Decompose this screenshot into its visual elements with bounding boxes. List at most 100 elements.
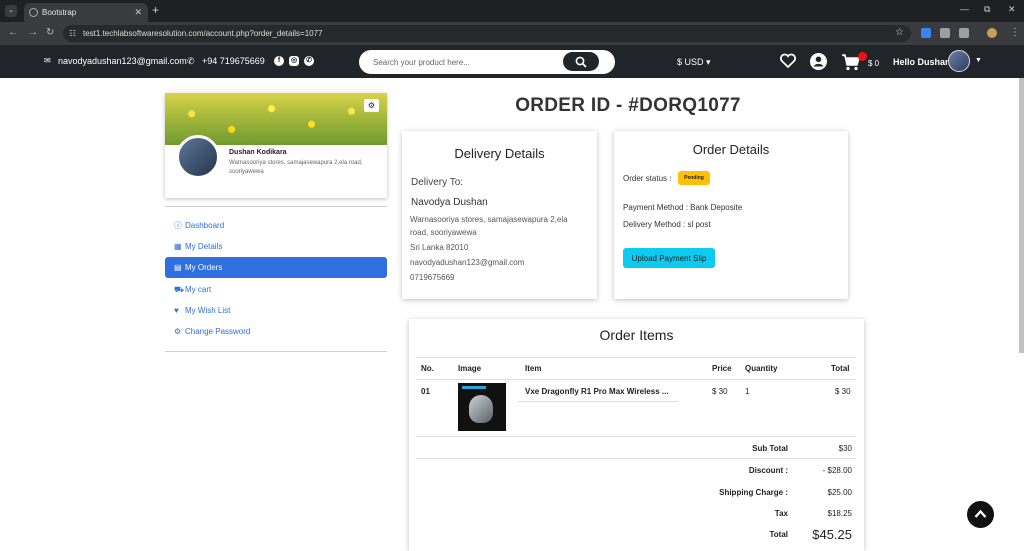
cart-amount: $ 0 [868,59,880,68]
cart-icon: ⛟ [174,285,185,294]
delivery-method: Delivery Method : sl post [623,220,711,229]
bookmark-star-icon[interactable]: ☆ [895,27,904,38]
item-divider [518,401,678,402]
contact-phone: +94 719675669 [202,56,265,66]
sidebar-item-my-orders[interactable]: ▤ My Orders [165,257,387,278]
change-cover-icon[interactable]: ⚙ [364,99,379,112]
delivery-phone: 0719675669 [410,273,455,282]
profile-name: Dushan Kodikara [229,149,287,156]
tax-value: $18.25 [827,509,852,518]
payment-method: Payment Method : Bank Deposite [623,203,743,212]
heart-icon[interactable] [779,52,797,70]
column-header-item: Item [525,364,542,373]
whatsapp-icon[interactable]: ✆ [304,56,314,66]
mouse-product-icon [469,395,493,423]
sidebar-item-label: Dashboard [185,221,225,230]
header-avatar[interactable] [948,50,970,72]
sidebar-item-label: My Orders [185,263,223,272]
url-field[interactable]: ☷ test1.techlabsoftwaresolution.com/acco… [63,25,911,42]
sidebar-item-dashboard[interactable]: ⓘ Dashboard [165,215,387,236]
search-input[interactable] [373,55,553,69]
browser-tab[interactable]: Bootstrap ✕ [24,3,148,22]
sidebar-item-label: My Details [185,242,223,251]
browser-tab-bar: ⌄ Bootstrap ✕ + — ⧉ ✕ [0,0,1024,22]
minimize-icon[interactable]: — [960,4,969,14]
tax-label: Tax [774,509,788,518]
calendar-icon: ▦ [174,242,182,251]
url-text: test1.techlabsoftwaresolution.com/accoun… [83,29,323,38]
site-info-icon[interactable]: ☷ [69,25,76,42]
mail-icon: ✉ [44,56,51,65]
search-button[interactable] [563,52,599,71]
product-image[interactable] [458,383,506,431]
table-divider [416,436,856,437]
profile-card: ⚙ Dushan Kodikara Warnasooriya stores, s… [165,93,387,198]
chevron-down-icon[interactable]: ▼ [975,57,982,64]
sidebar-item-label: Change Password [185,327,251,336]
menu-divider [165,206,387,207]
delivery-address-line2: road, sooriyawewa [410,228,477,237]
column-header-no: No. [421,364,434,373]
column-header-image: Image [458,364,482,373]
sidebar-item-label: My cart [185,285,212,294]
currency-label: $ USD [677,57,704,67]
tab-search-button[interactable]: ⌄ [5,5,17,17]
search-icon [575,56,587,68]
scroll-to-top-button[interactable] [967,501,994,528]
gear-icon: ⚙ [174,327,182,336]
product-image-banner [462,386,486,389]
sidebar-item-my-details[interactable]: ▦ My Details [165,236,387,257]
discount-value: - $28.00 [822,466,852,475]
sidebar-item-my-cart[interactable]: ⛟My cart [165,279,387,300]
order-status-label: Order status : [623,174,672,183]
column-header-quantity: Quantity [745,364,778,373]
forward-icon[interactable]: → [28,27,38,38]
total-label: Total [769,530,788,539]
close-window-icon[interactable]: ✕ [1008,4,1016,15]
extension-icon[interactable] [921,28,931,38]
facebook-icon[interactable]: f [274,56,284,66]
extension-icon[interactable] [940,28,950,38]
info-circle-icon: ⓘ [174,221,182,230]
column-header-total: Total [831,364,850,373]
cart-badge [858,52,867,61]
profile-avatar [176,135,220,179]
row-price: $ 30 [712,387,728,396]
book-icon: ▤ [174,263,182,272]
reload-icon[interactable]: ↻ [46,27,54,38]
table-divider [416,357,856,358]
instagram-icon[interactable]: ◎ [289,56,299,66]
browser-menu-icon[interactable]: ⋮ [1010,27,1020,38]
back-icon[interactable]: ← [8,27,18,38]
row-item-name[interactable]: Vxe Dragonfly R1 Pro Max Wireless ... [525,387,669,396]
maximize-icon[interactable]: ⧉ [984,4,990,15]
tab-title: Bootstrap [42,8,77,17]
delivery-address-line1: Warnasooriya stores, samajasewapura 2,el… [410,215,568,224]
profile-avatar-icon[interactable] [987,28,997,38]
row-no: 01 [421,387,430,396]
sidebar-item-wish-list[interactable]: ♥ My Wish List [165,300,387,321]
status-badge: Pending [678,171,710,185]
heart-icon: ♥ [174,306,179,315]
address-bar-row: ← → ↻ ☷ test1.techlabsoftwaresolution.co… [0,22,1024,45]
order-details-heading: Order Details [692,142,770,157]
delivery-to-label: Delivery To: [411,177,464,188]
extensions-puzzle-icon[interactable] [959,28,969,38]
user-greeting[interactable]: Hello Dushan [893,57,951,67]
sidebar-item-change-password[interactable]: ⚙ Change Password [165,321,387,342]
subtotal-value: $30 [838,444,852,453]
menu-divider [165,351,387,352]
user-icon[interactable] [809,52,828,71]
sidebar-item-label: My Wish List [185,306,231,315]
subtotal-label: Sub Total [752,444,788,453]
row-total: $ 30 [835,387,851,396]
tab-close-icon[interactable]: ✕ [134,3,142,22]
currency-selector[interactable]: $ USD ▾ [677,57,711,68]
new-tab-icon[interactable]: + [152,3,159,17]
phone-icon: ✆ [187,56,195,66]
page-scrollbar[interactable] [1019,78,1024,353]
upload-payment-slip-button[interactable]: Upload Payment Slip [623,248,715,268]
delivery-name: Navodya Dushan [411,197,488,208]
delivery-country: Sri Lanka 82010 [410,243,469,252]
table-divider [416,379,856,380]
